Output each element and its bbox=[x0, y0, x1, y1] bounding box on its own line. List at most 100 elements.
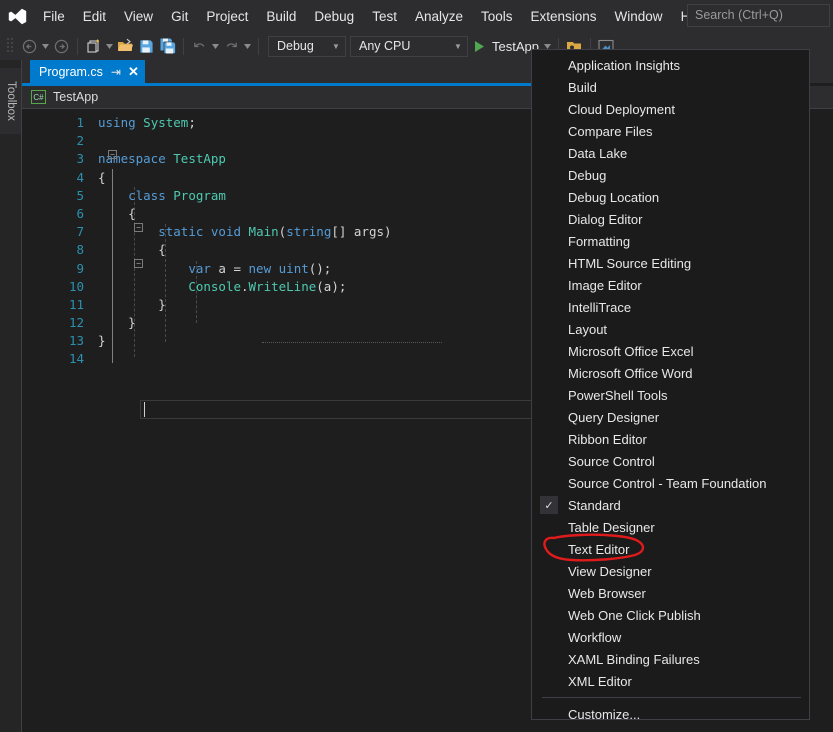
line-number: 12 bbox=[68, 315, 84, 331]
line-text: namespace TestApp bbox=[98, 151, 226, 167]
redo-icon[interactable] bbox=[221, 35, 242, 57]
menubar-item-debug[interactable]: Debug bbox=[305, 5, 363, 28]
menu-item-label: Dialog Editor bbox=[568, 211, 643, 227]
menu-item-label: PowerShell Tools bbox=[568, 387, 668, 403]
menubar-item-project[interactable]: Project bbox=[197, 5, 257, 28]
menu-item-compare-files[interactable]: Compare Files bbox=[532, 120, 809, 142]
configuration-dropdown[interactable]: Debug ▼ bbox=[268, 35, 346, 57]
line-text: var a = new uint(); bbox=[188, 260, 332, 276]
fold-toggle-class[interactable]: − bbox=[134, 223, 143, 232]
menu-item-html-source-editing[interactable]: HTML Source Editing bbox=[532, 252, 809, 274]
menu-item-data-lake[interactable]: Data Lake bbox=[532, 142, 809, 164]
toolbar-grip[interactable] bbox=[6, 37, 16, 55]
menu-item-label: Layout bbox=[568, 321, 608, 337]
toolbars-context-menu[interactable]: Application Insights Build Cloud Deploymen… bbox=[531, 49, 810, 722]
fold-toggle-method[interactable]: − bbox=[134, 259, 143, 268]
menu-item-standard[interactable]: ✓ Standard bbox=[532, 494, 809, 516]
fold-toggle-namespace[interactable]: − bbox=[108, 150, 117, 159]
line-number: 2 bbox=[76, 133, 84, 149]
new-project-icon[interactable] bbox=[83, 35, 104, 57]
menu-bar: File Edit View Git Project Build Debug Test Anal… bbox=[0, 0, 833, 32]
menu-item-label: Build bbox=[568, 79, 597, 95]
navigation-scope[interactable]: TestApp bbox=[53, 90, 98, 104]
menubar-item-extensions[interactable]: Extensions bbox=[522, 5, 606, 28]
open-file-icon[interactable] bbox=[115, 35, 136, 57]
menu-item-query-designer[interactable]: Query Designer bbox=[532, 406, 809, 428]
menu-item-label: Compare Files bbox=[568, 123, 653, 139]
platform-dropdown[interactable]: Any CPU ▼ bbox=[350, 35, 468, 57]
menu-item-label: Query Designer bbox=[568, 409, 660, 425]
line-number: 4 bbox=[76, 169, 84, 185]
close-icon[interactable]: ✕ bbox=[128, 65, 139, 78]
menu-item-layout[interactable]: Layout bbox=[532, 318, 809, 340]
menubar-item-window[interactable]: Window bbox=[606, 5, 672, 28]
menu-item-microsoft-office-word[interactable]: Microsoft Office Word bbox=[532, 362, 809, 384]
configuration-value: Debug bbox=[277, 39, 314, 53]
menu-item-application-insights[interactable]: Application Insights bbox=[532, 54, 809, 76]
navigate-back-dropdown-icon[interactable] bbox=[40, 35, 51, 57]
menu-item-ribbon-editor[interactable]: Ribbon Editor bbox=[532, 428, 809, 450]
navigate-forward-icon[interactable] bbox=[51, 35, 72, 57]
menu-item-source-control-team-foundation[interactable]: Source Control - Team Foundation bbox=[532, 472, 809, 494]
menubar-item-tools[interactable]: Tools bbox=[472, 5, 522, 28]
undo-icon[interactable] bbox=[189, 35, 210, 57]
redo-dropdown-icon[interactable] bbox=[242, 35, 253, 57]
chevron-down-icon: ▼ bbox=[454, 41, 462, 51]
line-text: class Program bbox=[128, 187, 226, 203]
menubar-item-file[interactable]: File bbox=[34, 5, 74, 28]
menu-item-image-editor[interactable]: Image Editor bbox=[532, 274, 809, 296]
play-icon bbox=[475, 40, 484, 52]
menu-item-customize[interactable]: Customize... bbox=[532, 703, 809, 725]
menubar-item-git[interactable]: Git bbox=[162, 5, 197, 28]
menu-item-cloud-deployment[interactable]: Cloud Deployment bbox=[532, 98, 809, 120]
line-number: 6 bbox=[76, 205, 84, 221]
menu-item-label: Formatting bbox=[568, 233, 631, 249]
save-icon[interactable] bbox=[136, 35, 157, 57]
menu-item-source-control[interactable]: Source Control bbox=[532, 450, 809, 472]
toolbox-label: Toolbox bbox=[5, 81, 18, 121]
menu-item-formatting[interactable]: Formatting bbox=[532, 230, 809, 252]
toolbar-separator-3 bbox=[258, 37, 259, 55]
menu-item-powershell-tools[interactable]: PowerShell Tools bbox=[532, 384, 809, 406]
menu-item-xml-editor[interactable]: XML Editor bbox=[532, 670, 809, 692]
menu-item-dialog-editor[interactable]: Dialog Editor bbox=[532, 208, 809, 230]
menu-item-label: IntelliTrace bbox=[568, 299, 632, 315]
menu-item-debug[interactable]: Debug bbox=[532, 164, 809, 186]
menu-item-build[interactable]: Build bbox=[532, 76, 809, 98]
menu-item-label: Application Insights bbox=[568, 57, 681, 73]
line-number: 13 bbox=[68, 333, 84, 349]
check-icon: ✓ bbox=[540, 496, 558, 514]
new-project-dropdown-icon[interactable] bbox=[104, 35, 115, 57]
undo-dropdown-icon[interactable] bbox=[210, 35, 221, 57]
toolbar-separator-2 bbox=[183, 37, 184, 55]
pin-icon[interactable]: ⇥ bbox=[111, 65, 121, 79]
menubar-item-build[interactable]: Build bbox=[257, 5, 305, 28]
navigate-back-icon[interactable] bbox=[19, 35, 40, 57]
menu-item-web-one-click-publish[interactable]: Web One Click Publish bbox=[532, 604, 809, 626]
menu-item-label: Microsoft Office Word bbox=[568, 365, 693, 381]
menubar-item-view[interactable]: View bbox=[115, 5, 162, 28]
menu-item-label: Standard bbox=[568, 497, 621, 513]
document-tab-program-cs[interactable]: Program.cs ⇥ ✕ bbox=[30, 60, 145, 83]
line-number: 5 bbox=[76, 187, 84, 203]
menu-item-microsoft-office-excel[interactable]: Microsoft Office Excel bbox=[532, 340, 809, 362]
menubar-item-analyze[interactable]: Analyze bbox=[406, 5, 472, 28]
menubar-item-edit[interactable]: Edit bbox=[74, 5, 115, 28]
search-input[interactable]: Search (Ctrl+Q) bbox=[687, 4, 830, 27]
menu-item-text-editor[interactable]: Text Editor bbox=[532, 538, 809, 560]
menu-item-label: Table Designer bbox=[568, 519, 655, 535]
menubar-item-test[interactable]: Test bbox=[363, 5, 406, 28]
line-number: 1 bbox=[76, 115, 84, 130]
save-all-icon[interactable] bbox=[157, 35, 178, 57]
line-number: 9 bbox=[76, 260, 84, 276]
menu-item-debug-location[interactable]: Debug Location bbox=[532, 186, 809, 208]
visual-studio-window: File Edit View Git Project Build Debug Test Anal… bbox=[0, 0, 833, 732]
menu-item-web-browser[interactable]: Web Browser bbox=[532, 582, 809, 604]
menu-item-view-designer[interactable]: View Designer bbox=[532, 560, 809, 582]
menu-item-xaml-binding-failures[interactable]: XAML Binding Failures bbox=[532, 648, 809, 670]
menu-item-workflow[interactable]: Workflow bbox=[532, 626, 809, 648]
sidebar-item-toolbox[interactable]: Toolbox bbox=[0, 68, 22, 134]
line-text: { bbox=[128, 205, 136, 221]
menu-item-intellitrace[interactable]: IntelliTrace bbox=[532, 296, 809, 318]
menu-item-table-designer[interactable]: Table Designer bbox=[532, 516, 809, 538]
